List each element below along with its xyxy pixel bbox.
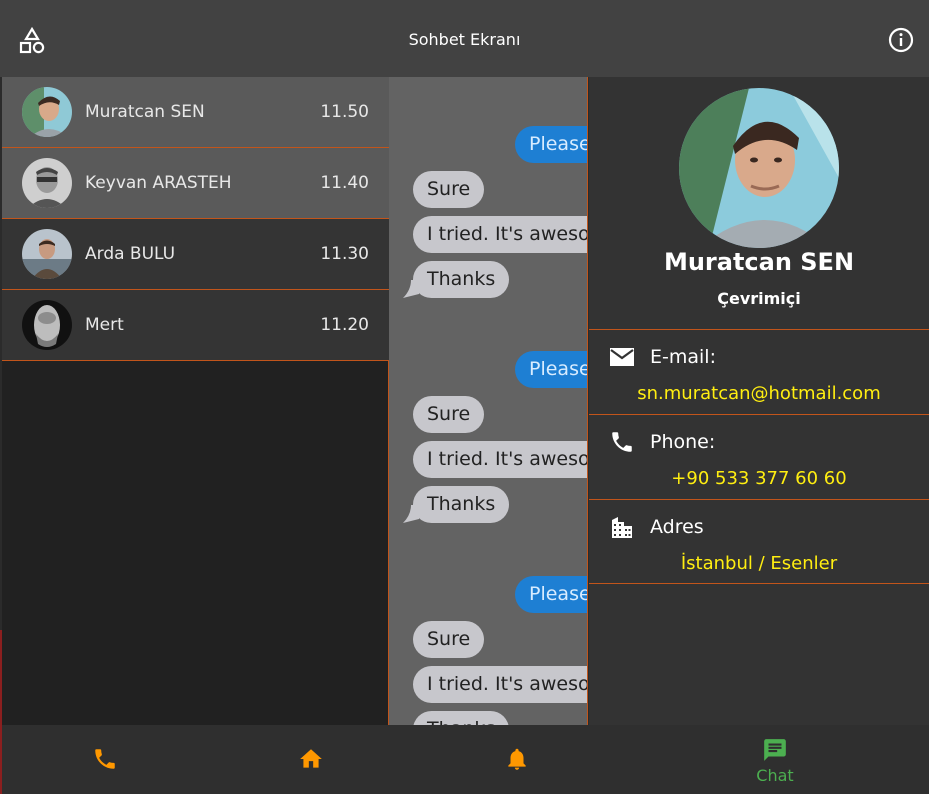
profile-name: Muratcan SEN bbox=[663, 248, 855, 276]
message-bubble-incoming: Thanks bbox=[413, 711, 510, 725]
contact-item-arda[interactable]: Arda BULU 11.30 bbox=[2, 219, 389, 290]
nav-chat[interactable]: Chat bbox=[672, 725, 878, 794]
app-bar: Sohbet Ekranı bbox=[0, 0, 929, 77]
message-bubble-outgoing: Please bbox=[515, 351, 587, 388]
email-value[interactable]: sn.muratcan@hotmail.com bbox=[589, 383, 929, 404]
contact-name: Mert bbox=[85, 315, 124, 335]
address-value[interactable]: İstanbul / Esenler bbox=[589, 553, 929, 574]
mail-icon bbox=[610, 348, 634, 366]
message-bubble-incoming: Sure bbox=[413, 621, 485, 658]
phone-row: Phone: +90 533 377 60 60 bbox=[589, 414, 929, 499]
home-icon bbox=[300, 749, 322, 768]
profile-photo bbox=[679, 88, 839, 248]
message-bubble-outgoing: Please bbox=[515, 126, 587, 163]
page-title: Sohbet Ekranı bbox=[408, 30, 521, 49]
bottom-navigation: Chat bbox=[2, 725, 929, 794]
avatar bbox=[22, 87, 72, 137]
info-icon[interactable] bbox=[888, 27, 914, 53]
email-label: E-mail: bbox=[650, 346, 716, 368]
message-bubble-incoming: Thanks bbox=[413, 261, 510, 298]
contact-name: Keyvan ARASTEH bbox=[85, 173, 232, 193]
nav-notifications[interactable] bbox=[414, 725, 620, 794]
contact-time: 11.30 bbox=[320, 244, 369, 264]
address-row: Adres İstanbul / Esenler bbox=[589, 499, 929, 584]
contact-item-mert[interactable]: Mert 11.20 bbox=[2, 290, 389, 361]
profile-panel: Muratcan SEN Çevrimiçi E-mail: sn.muratc… bbox=[589, 77, 929, 725]
message-bubble-incoming: Thanks bbox=[413, 486, 510, 523]
building-icon bbox=[612, 517, 632, 538]
chat-messages[interactable]: Please Sure I tried. It's awesome Thanks… bbox=[389, 77, 588, 725]
nav-chat-label: Chat bbox=[756, 766, 794, 785]
phone-icon bbox=[95, 749, 115, 769]
message-bubble-outgoing: Please bbox=[515, 576, 587, 613]
phone-label: Phone: bbox=[650, 431, 716, 453]
nav-phone[interactable] bbox=[2, 725, 208, 794]
bell-icon bbox=[508, 748, 526, 770]
contact-time: 11.40 bbox=[320, 173, 369, 193]
contact-list: Muratcan SEN 11.50 Keyvan ARASTEH 11.40 bbox=[2, 77, 389, 725]
window-edge bbox=[0, 630, 2, 794]
phone-value[interactable]: +90 533 377 60 60 bbox=[589, 468, 929, 489]
nav-home[interactable] bbox=[208, 725, 414, 794]
message-bubble-incoming: I tried. It's awesome bbox=[413, 441, 587, 478]
email-row: E-mail: sn.muratcan@hotmail.com bbox=[589, 329, 929, 414]
contact-name: Arda BULU bbox=[85, 244, 176, 264]
avatar bbox=[22, 300, 72, 350]
chat-icon bbox=[764, 739, 786, 761]
message-bubble-incoming: Sure bbox=[413, 171, 485, 208]
phone-icon bbox=[612, 432, 632, 452]
profile-status: Çevrimiçi bbox=[717, 289, 801, 308]
contact-time: 11.50 bbox=[320, 102, 369, 122]
contact-time: 11.20 bbox=[320, 315, 369, 335]
contact-name: Muratcan SEN bbox=[85, 102, 205, 122]
contact-item-muratcan[interactable]: Muratcan SEN 11.50 bbox=[2, 77, 389, 148]
contact-item-keyvan[interactable]: Keyvan ARASTEH 11.40 bbox=[2, 148, 389, 219]
message-bubble-incoming: Sure bbox=[413, 396, 485, 433]
message-bubble-incoming: I tried. It's awesome bbox=[413, 216, 587, 253]
avatar bbox=[22, 158, 72, 208]
message-bubble-incoming: I tried. It's awesome bbox=[413, 666, 587, 703]
avatar bbox=[22, 229, 72, 279]
address-label: Adres bbox=[650, 516, 704, 538]
